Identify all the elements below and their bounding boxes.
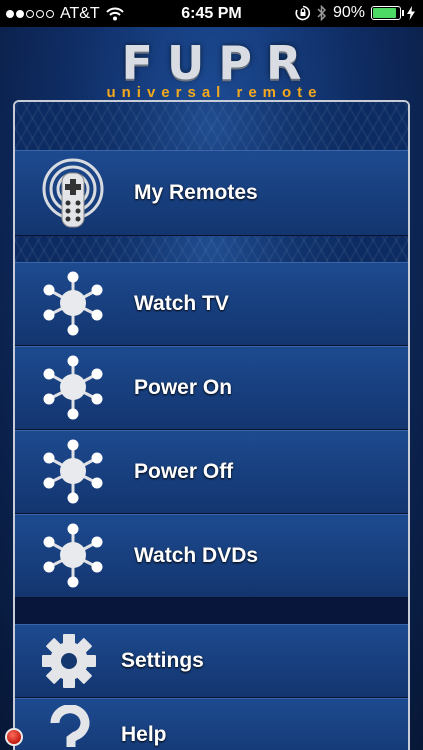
menu-item-label: Power Off	[134, 460, 234, 483]
menu-item-help[interactable]: Help	[15, 698, 408, 750]
macro-icon	[39, 270, 109, 340]
macro-icon	[39, 522, 109, 592]
macro-icon	[39, 354, 109, 424]
logo-title: FUPR	[121, 36, 316, 90]
logo-subtitle: universal remote	[106, 84, 323, 101]
status-bar: AT&T 6:45 PM 90%	[0, 0, 423, 27]
charging-icon	[407, 6, 415, 20]
header-strip	[15, 102, 408, 150]
divider-strip	[15, 236, 408, 262]
menu-panel: My Remotes Watch TV Power On Power Off W…	[13, 100, 410, 750]
menu-item-settings[interactable]: Settings	[15, 624, 408, 698]
menu-item-label: Watch DVDs	[134, 544, 259, 567]
menu-item-label: Power On	[134, 376, 233, 399]
remote-signal-icon	[41, 157, 111, 228]
menu-item-label: Help	[121, 723, 167, 746]
section-divider	[15, 598, 408, 624]
battery-fill	[373, 8, 397, 18]
menu-item-label: Watch TV	[134, 292, 229, 315]
bluetooth-icon	[317, 5, 327, 21]
menu-item-power-on[interactable]: Power On	[15, 346, 408, 430]
status-right: 90%	[295, 4, 415, 22]
menu-item-power-off[interactable]: Power Off	[15, 430, 408, 514]
menu-item-label: My Remotes	[134, 181, 258, 204]
record-indicator[interactable]	[5, 728, 23, 746]
menu-item-watch-dvds[interactable]: Watch DVDs	[15, 514, 408, 598]
menu-item-watch-tv[interactable]: Watch TV	[15, 262, 408, 346]
gear-icon	[39, 631, 99, 691]
battery-percent: 90%	[332, 4, 365, 21]
menu-item-label: Settings	[121, 649, 204, 672]
macro-icon	[39, 438, 109, 508]
rotation-lock-icon	[295, 5, 311, 21]
battery-icon	[371, 6, 404, 20]
app-logo: FUPR universal remote	[0, 40, 423, 101]
menu-item-my-remotes[interactable]: My Remotes	[15, 150, 408, 236]
question-mark-icon	[45, 704, 95, 750]
